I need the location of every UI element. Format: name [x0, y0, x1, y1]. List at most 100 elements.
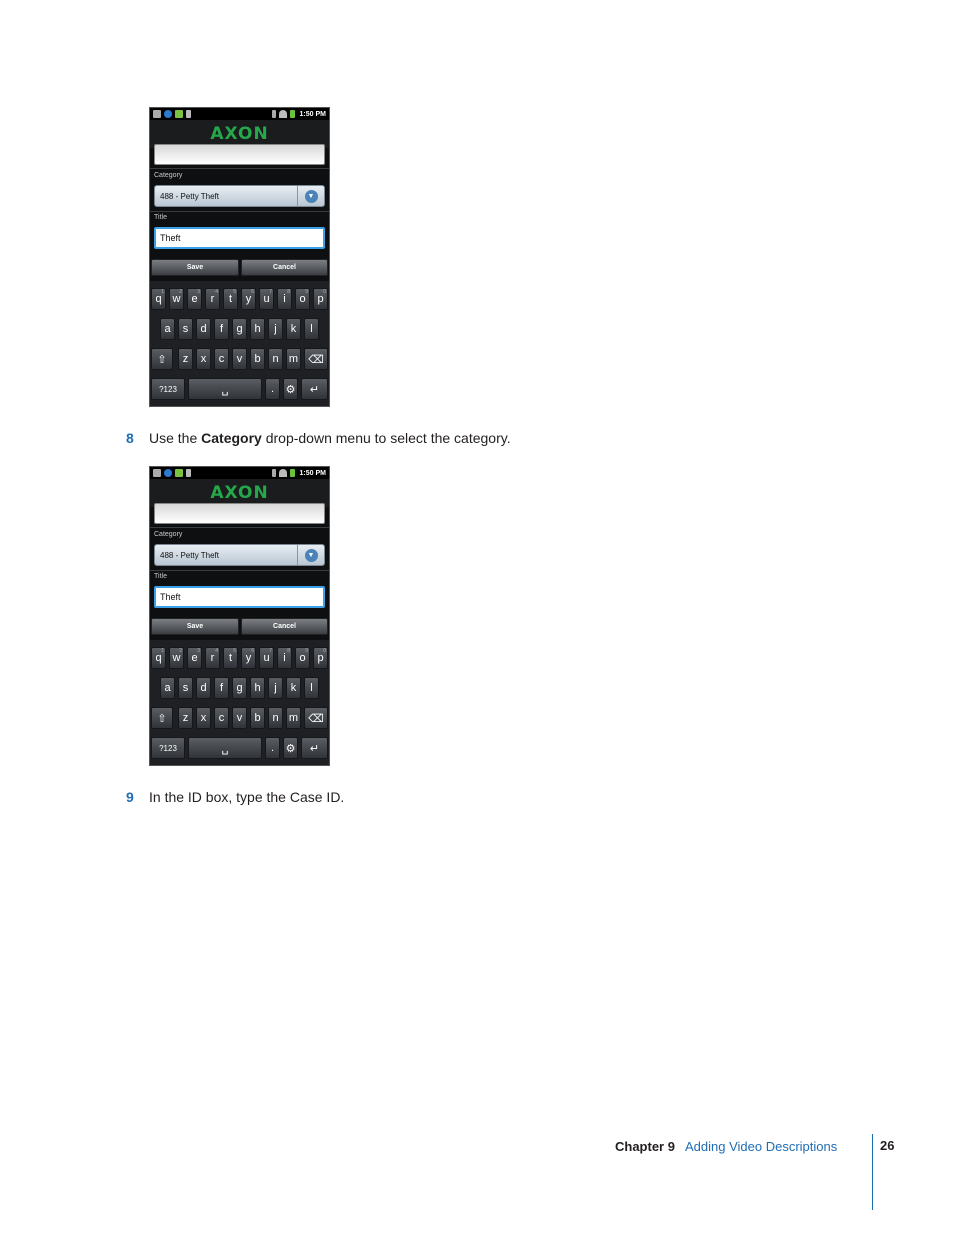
delete-key[interactable]: ⌫ [304, 348, 328, 370]
usb-icon [186, 110, 191, 118]
key-w[interactable]: w2 [169, 288, 184, 310]
key-label: t [228, 293, 233, 305]
enter-key[interactable]: ↵ [301, 378, 328, 400]
key-s[interactable]: s [178, 677, 193, 699]
keyboard-row-2: a s d f g h j k l [150, 677, 329, 699]
key-e[interactable]: e3 [187, 647, 202, 669]
symbols-key[interactable]: ?123 [151, 378, 185, 400]
key-j[interactable]: j [268, 677, 283, 699]
id-input[interactable] [154, 144, 325, 165]
key-f[interactable]: f [214, 677, 229, 699]
key-label: r [210, 293, 215, 305]
keyboard-row-3: ⇧ z x c v b n m ⌫ [150, 348, 329, 370]
settings-key[interactable]: ⚙ [283, 378, 298, 400]
key-d[interactable]: d [196, 318, 211, 340]
status-bar: 1:50 PM [150, 108, 329, 120]
key-y[interactable]: y6 [241, 288, 256, 310]
key-number: 1 [161, 289, 164, 295]
key-o[interactable]: o9 [295, 288, 310, 310]
key-o[interactable]: o9 [295, 647, 310, 669]
key-x[interactable]: x [196, 348, 211, 370]
key-z[interactable]: z [178, 707, 193, 729]
save-button[interactable]: Save [151, 259, 239, 276]
key-e[interactable]: e3 [187, 288, 202, 310]
space-key[interactable]: ␣ [188, 737, 262, 759]
key-v[interactable]: v [232, 707, 247, 729]
key-l[interactable]: l [304, 677, 319, 699]
settings-key[interactable]: ⚙ [283, 737, 298, 759]
key-h[interactable]: h [250, 677, 265, 699]
battery-icon [289, 110, 295, 118]
period-key[interactable]: . [265, 378, 280, 400]
key-g[interactable]: g [232, 318, 247, 340]
key-r[interactable]: r4 [205, 288, 220, 310]
key-i[interactable]: i8 [277, 288, 292, 310]
key-n[interactable]: n [268, 348, 283, 370]
category-value: 488 - Petty Theft [160, 191, 219, 201]
title-input[interactable]: Theft [154, 227, 325, 249]
key-b[interactable]: b [250, 348, 265, 370]
axon-logo: AXON [210, 124, 269, 144]
category-label: Category [154, 172, 183, 179]
key-p[interactable]: p0 [313, 288, 328, 310]
key-c[interactable]: c [214, 348, 229, 370]
key-l[interactable]: l [304, 318, 319, 340]
key-i[interactable]: i8 [277, 647, 292, 669]
key-number: 4 [215, 648, 218, 654]
key-number: 4 [215, 289, 218, 295]
key-u[interactable]: u7 [259, 288, 274, 310]
key-g[interactable]: g [232, 677, 247, 699]
period-key[interactable]: . [265, 737, 280, 759]
key-number: 5 [233, 289, 236, 295]
title-label: Title [154, 573, 167, 580]
key-k[interactable]: k [286, 318, 301, 340]
cancel-button[interactable]: Cancel [241, 259, 328, 276]
key-q[interactable]: q1 [151, 647, 166, 669]
key-q[interactable]: q1 [151, 288, 166, 310]
key-k[interactable]: k [286, 677, 301, 699]
key-label: t [228, 652, 233, 664]
key-u[interactable]: u7 [259, 647, 274, 669]
title-input[interactable]: Theft [154, 586, 325, 608]
key-p[interactable]: p0 [313, 647, 328, 669]
key-z[interactable]: z [178, 348, 193, 370]
bluetooth-icon [271, 110, 276, 118]
shift-key[interactable]: ⇧ [151, 348, 173, 370]
key-m[interactable]: m [286, 707, 301, 729]
key-r[interactable]: r4 [205, 647, 220, 669]
key-f[interactable]: f [214, 318, 229, 340]
key-w[interactable]: w2 [169, 647, 184, 669]
key-j[interactable]: j [268, 318, 283, 340]
key-y[interactable]: y6 [241, 647, 256, 669]
axon-app-icon [164, 469, 172, 477]
enter-key[interactable]: ↵ [301, 737, 328, 759]
key-b[interactable]: b [250, 707, 265, 729]
space-key[interactable]: ␣ [188, 378, 262, 400]
shift-key[interactable]: ⇧ [151, 707, 173, 729]
dropdown-button[interactable]: ▼ [297, 186, 324, 206]
cancel-button[interactable]: Cancel [241, 618, 328, 635]
delete-key[interactable]: ⌫ [304, 707, 328, 729]
save-button[interactable]: Save [151, 618, 239, 635]
id-input[interactable] [154, 503, 325, 524]
category-dropdown[interactable]: 488 - Petty Theft ▼ [154, 185, 325, 207]
key-s[interactable]: s [178, 318, 193, 340]
key-d[interactable]: d [196, 677, 211, 699]
divider [150, 570, 329, 571]
key-v[interactable]: v [232, 348, 247, 370]
dropdown-button[interactable]: ▼ [297, 545, 324, 565]
mail-icon [153, 469, 161, 477]
symbols-key[interactable]: ?123 [151, 737, 185, 759]
key-c[interactable]: c [214, 707, 229, 729]
category-dropdown[interactable]: 488 - Petty Theft ▼ [154, 544, 325, 566]
key-a[interactable]: a [160, 318, 175, 340]
key-t[interactable]: t5 [223, 647, 238, 669]
key-t[interactable]: t5 [223, 288, 238, 310]
keyboard-row-4: ?123 ␣ . ⚙ ↵ [150, 378, 329, 400]
key-a[interactable]: a [160, 677, 175, 699]
key-n[interactable]: n [268, 707, 283, 729]
key-m[interactable]: m [286, 348, 301, 370]
status-time: 1:50 PM [299, 469, 326, 477]
key-h[interactable]: h [250, 318, 265, 340]
key-x[interactable]: x [196, 707, 211, 729]
